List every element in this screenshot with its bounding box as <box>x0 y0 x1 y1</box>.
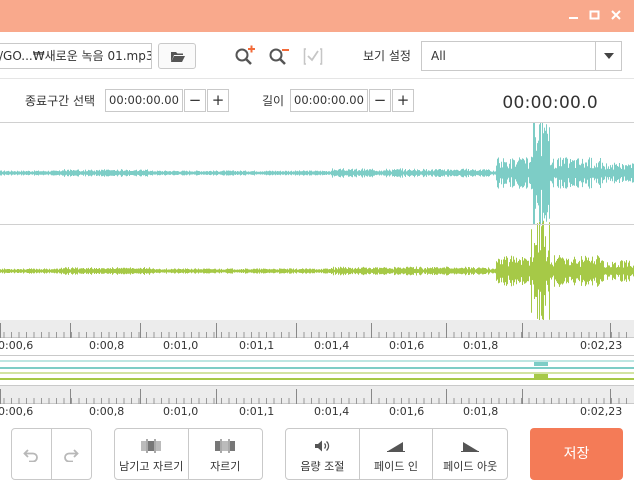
end-section-input[interactable]: 00:00:00.00 <box>105 89 183 112</box>
trim-keep-icon <box>141 439 162 453</box>
end-section-plus-button[interactable]: + <box>207 89 229 112</box>
view-settings-value: All <box>431 49 446 63</box>
ruler-tick-label: 0:01,1 <box>239 405 275 418</box>
ruler-tick-label: 0:00,8 <box>89 339 125 352</box>
end-section-label: 종료구간 선택 <box>25 94 96 108</box>
end-section-minus-button[interactable]: − <box>184 89 206 112</box>
overview-peak <box>534 362 548 366</box>
file-path-field[interactable]: /GO...₩새로운 녹음 01.mp3 <box>0 43 152 69</box>
toolbar: /GO...₩새로운 녹음 01.mp3 보기 설정 All <box>0 32 634 79</box>
volume-label: 음량 조절 <box>300 460 345 473</box>
length-plus-button[interactable]: + <box>392 89 414 112</box>
fade-in-button[interactable]: 페이드 인 <box>360 429 434 479</box>
ruler-tick-label: 0:01,4 <box>314 405 350 418</box>
ruler-tick-label: 0:01,1 <box>239 339 275 352</box>
overview-strip[interactable] <box>0 355 634 386</box>
zoom-out-icon[interactable] <box>268 45 290 67</box>
save-button[interactable]: 저장 <box>530 428 623 480</box>
ruler-tick-label: 0:01,0 <box>163 339 199 352</box>
ruler-ticks <box>0 323 627 338</box>
checkbox-icon[interactable] <box>303 45 325 67</box>
open-folder-button[interactable] <box>158 43 196 69</box>
ruler-tick-label: 0:02,23 <box>580 339 623 352</box>
ruler-tick-label: 0:02,23 <box>580 405 623 418</box>
length-input[interactable]: 00:00:00.00 <box>290 89 368 112</box>
trim-keep-label: 남기고 자르기 <box>119 460 184 473</box>
waveform-view[interactable] <box>0 122 634 321</box>
effects-group: 음량 조절 페이드 인 페이드 아웃 <box>285 428 508 480</box>
volume-icon <box>315 440 330 452</box>
ruler-tick-label: 0:00,8 <box>89 405 125 418</box>
redo-icon <box>64 449 80 462</box>
undo-button[interactable] <box>12 429 52 479</box>
ruler-tick-label: 0:01,8 <box>463 405 499 418</box>
zoom-in-icon[interactable] <box>234 45 256 67</box>
ruler-tick-label: 0:01,4 <box>314 339 350 352</box>
dropdown-arrow[interactable] <box>595 42 621 70</box>
overview-peak <box>534 374 548 378</box>
fade-out-icon <box>461 442 480 452</box>
undo-icon <box>23 449 39 462</box>
ruler-tick-label: 0:00,6 <box>0 339 34 352</box>
close-icon[interactable] <box>610 9 622 21</box>
left-channel-waveform <box>0 123 634 226</box>
maximize-icon[interactable] <box>589 9 601 21</box>
fade-out-label: 페이드 아웃 <box>443 460 498 473</box>
undo-redo-group <box>11 428 92 480</box>
trim-keep-button[interactable]: 남기고 자르기 <box>115 429 189 479</box>
fade-in-label: 페이드 인 <box>374 460 418 473</box>
right-channel-waveform <box>0 220 634 321</box>
current-time: 00:00:00.0 <box>502 93 598 113</box>
fade-out-button[interactable]: 페이드 아웃 <box>433 429 507 479</box>
minimize-icon[interactable] <box>568 9 580 21</box>
title-bar <box>0 0 634 32</box>
redo-button[interactable] <box>52 429 92 479</box>
audio-editor-window: /GO...₩새로운 녹음 01.mp3 보기 설정 All 종료구간 선택 0… <box>0 0 634 492</box>
view-settings-select[interactable]: All <box>421 41 622 71</box>
folder-open-icon <box>171 52 185 62</box>
cut-icon <box>215 439 236 453</box>
waveform-canvas[interactable] <box>0 123 634 321</box>
ruler-tick-label: 0:01,0 <box>163 405 199 418</box>
chevron-down-icon <box>604 53 614 59</box>
ruler-tick-label: 0:00,6 <box>0 405 34 418</box>
overview-waveform[interactable] <box>0 356 634 385</box>
fade-in-icon <box>387 442 405 452</box>
volume-button[interactable]: 음량 조절 <box>286 429 360 479</box>
cut-button[interactable]: 자르기 <box>189 429 263 479</box>
timeline-ruler-top: 0:00,6 0:00,8 0:01,0 0:01,1 0:01,4 0:01,6 0:01… <box>0 320 634 357</box>
ruler-tick-label: 0:01,6 <box>389 339 425 352</box>
ruler-tick-label: 0:01,6 <box>389 405 425 418</box>
ruler-ticks <box>0 389 627 404</box>
trim-group: 남기고 자르기 자르기 <box>114 428 263 480</box>
cut-label: 자르기 <box>210 460 241 473</box>
action-bar: 남기고 자르기 자르기 음량 조절 페이드 인 페이드 아웃 저장 <box>0 418 634 492</box>
length-label: 길이 <box>262 94 285 108</box>
view-settings-label: 보기 설정 <box>363 49 411 63</box>
length-minus-button[interactable]: − <box>369 89 391 112</box>
time-controls: 종료구간 선택 00:00:00.00 − + 길이 00:00:00.00 −… <box>0 80 634 122</box>
channel-divider <box>0 224 634 225</box>
ruler-tick-label: 0:01,8 <box>463 339 499 352</box>
